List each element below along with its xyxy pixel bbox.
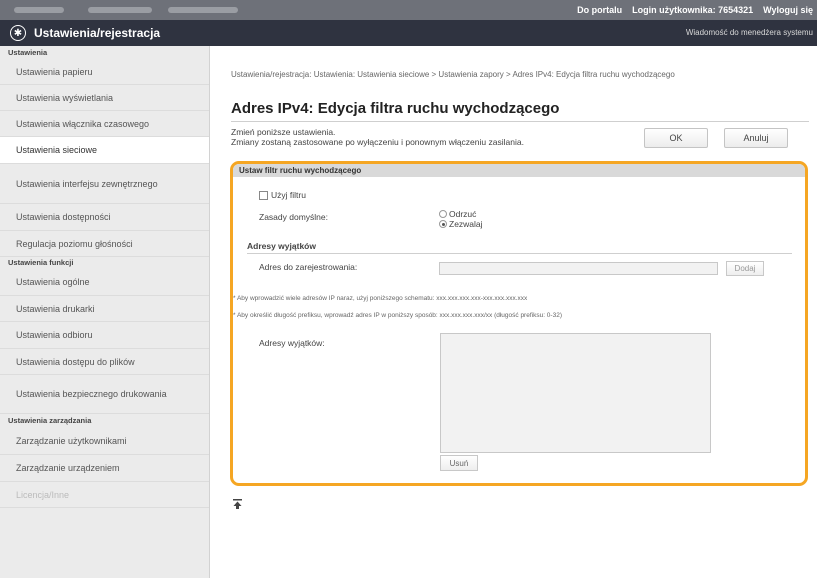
logout-link[interactable]: Wyloguj się bbox=[763, 5, 813, 15]
sidebar: Ustawienia Ustawienia papieru Ustawienia… bbox=[0, 46, 210, 578]
sidebar-group-management: Ustawienia zarządzania bbox=[8, 416, 92, 425]
default-policy-label: Zasady domyślne: bbox=[259, 212, 328, 222]
login-id: 7654321 bbox=[718, 5, 754, 15]
login-info: Login użytkownika: 7654321 bbox=[632, 5, 753, 15]
blurred-text bbox=[168, 7, 238, 13]
title-bar: ✱ Ustawienia/rejestracja Wiadomość do me… bbox=[0, 20, 817, 46]
outbound-filter-panel: Ustaw filtr ruchu wychodzącego Użyj filt… bbox=[230, 161, 808, 486]
back-to-top-icon[interactable] bbox=[233, 499, 242, 509]
admin-message-link[interactable]: Wiadomość do menedżera systemu bbox=[686, 28, 813, 37]
exceptions-listbox[interactable] bbox=[440, 333, 711, 453]
sidebar-item-user-management[interactable]: Zarządzanie użytkownikami bbox=[0, 428, 209, 455]
cancel-button[interactable]: Anuluj bbox=[724, 128, 788, 148]
use-filter-label: Użyj filtru bbox=[271, 190, 306, 200]
blurred-text bbox=[14, 7, 64, 13]
sidebar-item-printer[interactable]: Ustawienia drukarki bbox=[0, 296, 209, 322]
sidebar-item-network[interactable]: Ustawienia sieciowe bbox=[0, 137, 209, 164]
sidebar-item-general[interactable]: Ustawienia ogólne bbox=[0, 269, 209, 296]
intro-text: Zmień poniższe ustawienia. Zmiany zostan… bbox=[231, 127, 524, 147]
ok-button[interactable]: OK bbox=[644, 128, 708, 148]
delete-button[interactable]: Usuń bbox=[440, 455, 478, 471]
blurred-text bbox=[88, 7, 152, 13]
page-title: Adres IPv4: Edycja filtra ruchu wychodzą… bbox=[231, 100, 560, 117]
note-multiple-addresses: * Aby wprowadzić wiele adresów IP naraz,… bbox=[233, 295, 528, 302]
section-divider bbox=[247, 253, 792, 254]
allow-radio-label: Zezwalaj bbox=[449, 219, 483, 229]
intro-line-1: Zmień poniższe ustawienia. bbox=[231, 127, 336, 137]
allow-radio[interactable] bbox=[439, 220, 447, 228]
add-button[interactable]: Dodaj bbox=[726, 261, 764, 276]
top-links: Do portalu Login użytkownika: 7654321 Wy… bbox=[577, 0, 813, 20]
sidebar-item-timer[interactable]: Ustawienia włącznika czasowego bbox=[0, 111, 209, 137]
settings-logo-icon: ✱ bbox=[10, 25, 26, 41]
sidebar-item-secure-print[interactable]: Ustawienia bezpiecznego drukowania bbox=[0, 375, 209, 414]
sidebar-item-paper[interactable]: Ustawienia papieru bbox=[0, 59, 209, 85]
main-content: Ustawienia/rejestracja: Ustawienia: Usta… bbox=[211, 46, 817, 578]
register-address-label: Adres do zarejestrowania: bbox=[259, 262, 358, 272]
sidebar-item-volume[interactable]: Regulacja poziomu głośności bbox=[0, 231, 209, 257]
app-title: Ustawienia/rejestracja bbox=[34, 26, 161, 40]
register-address-input[interactable] bbox=[439, 262, 718, 275]
sidebar-item-external-interface[interactable]: Ustawienia interfejsu zewnętrznego bbox=[0, 164, 209, 204]
sidebar-group-settings: Ustawienia bbox=[8, 48, 48, 57]
exceptions-section-title: Adresy wyjątków bbox=[247, 241, 316, 251]
login-label: Login użytkownika: bbox=[632, 5, 716, 15]
sidebar-group-functions: Ustawienia funkcji bbox=[8, 258, 74, 267]
reject-radio-label: Odrzuć bbox=[449, 209, 477, 219]
reject-radio[interactable] bbox=[439, 210, 447, 218]
sidebar-item-license[interactable]: Licencja/Inne bbox=[0, 482, 209, 508]
sidebar-item-accessibility[interactable]: Ustawienia dostępności bbox=[0, 204, 209, 231]
breadcrumb: Ustawienia/rejestracja: Ustawienia: Usta… bbox=[231, 70, 675, 79]
sidebar-item-file-access[interactable]: Ustawienia dostępu do plików bbox=[0, 349, 209, 375]
top-bar: Do portalu Login użytkownika: 7654321 Wy… bbox=[0, 0, 817, 20]
sidebar-item-device-management[interactable]: Zarządzanie urządzeniem bbox=[0, 455, 209, 482]
use-filter-checkbox[interactable] bbox=[259, 191, 268, 200]
panel-header: Ustaw filtr ruchu wychodzącego bbox=[233, 164, 805, 177]
intro-line-2: Zmiany zostaną zastosowane po wyłączeniu… bbox=[231, 137, 524, 147]
sidebar-item-display[interactable]: Ustawienia wyświetlania bbox=[0, 85, 209, 111]
note-prefix-length: * Aby określić długość prefiksu, wprowad… bbox=[233, 312, 562, 319]
title-divider bbox=[231, 121, 809, 122]
exceptions-list-label: Adresy wyjątków: bbox=[259, 338, 325, 348]
sidebar-item-receive[interactable]: Ustawienia odbioru bbox=[0, 322, 209, 349]
portal-link[interactable]: Do portalu bbox=[577, 5, 622, 15]
